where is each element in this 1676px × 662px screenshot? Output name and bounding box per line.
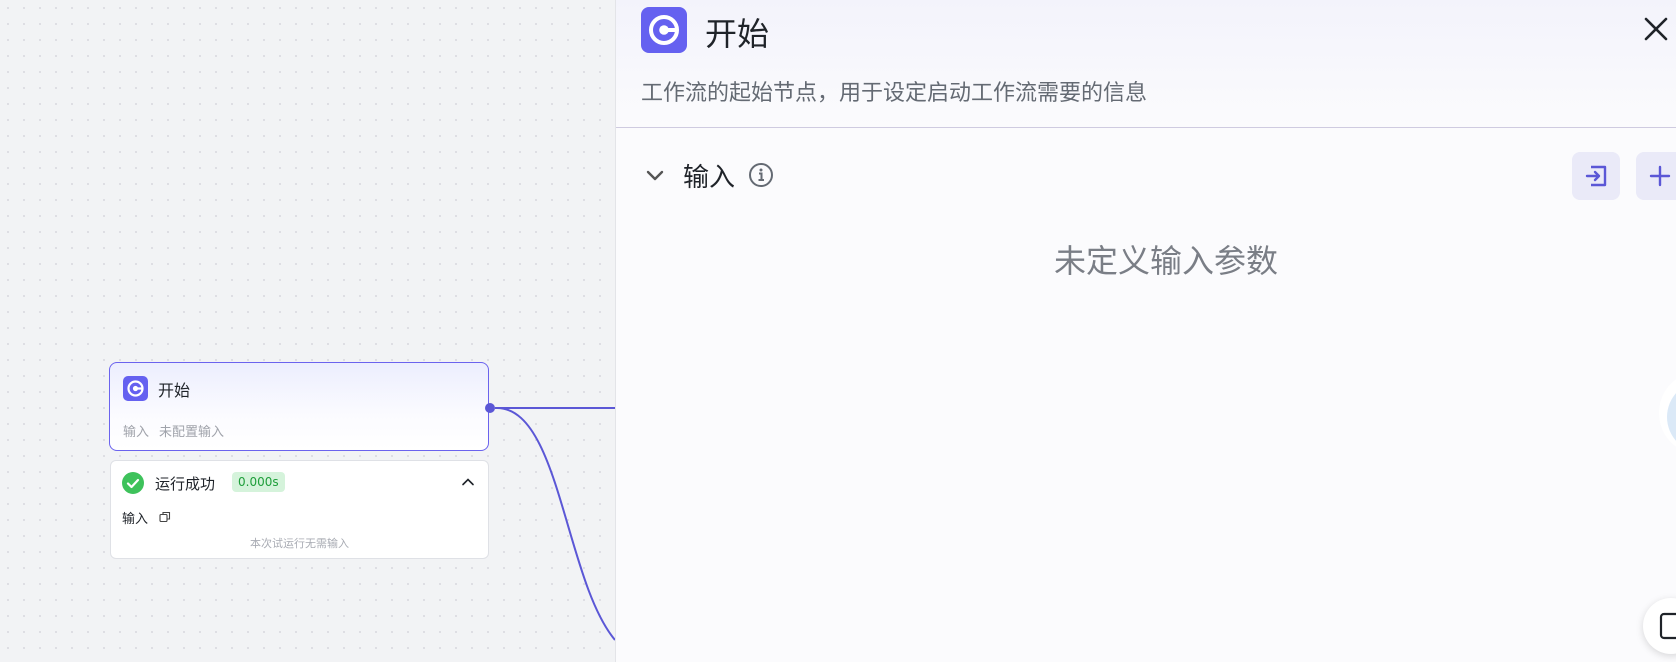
run-status: 运行成功 [155,475,216,493]
panel-description: 工作流的起始节点，用于设定启动工作流需要的信息 [641,81,1148,106]
panel-header: 开始 工作流的起始节点，用于设定启动工作流需要的信息 [616,0,1676,128]
help-doc-button[interactable] [1643,598,1676,654]
run-duration-badge: 0.000s [232,472,285,492]
empty-inputs-message: 未定义输入参数 [1053,242,1278,280]
start-node-icon [641,7,687,53]
assistant-avatar[interactable] [1651,367,1676,459]
edge-bottom [496,407,615,641]
workflow-canvas[interactable]: 开始 输入 未配置输入 运行成功 0.000s 输入 本次试运行无需输入 [0,0,615,662]
start-node-input-value: 未配置输入 [159,425,225,440]
add-input-button[interactable] [1636,152,1676,200]
run-result-card: 运行成功 0.000s 输入 本次试运行无需输入 [110,460,489,559]
run-input-label: 输入 [122,512,149,527]
start-node-input-summary: 输入 未配置输入 [123,421,234,440]
input-section-title: 输入 [683,163,736,193]
node-config-panel: 开始 工作流的起始节点，用于设定启动工作流需要的信息 输入 未定义输入参数 [615,0,1676,662]
close-icon[interactable] [1643,16,1669,42]
import-input-button[interactable] [1572,152,1620,200]
start-node-icon [123,376,148,401]
plus-icon [1649,165,1671,187]
document-icon [1659,612,1676,640]
start-node-title: 开始 [158,381,191,400]
import-icon [1585,165,1607,187]
check-circle-icon [122,472,144,494]
copy-icon[interactable] [159,511,171,523]
chevron-down-icon[interactable] [644,164,666,186]
info-icon[interactable] [748,162,774,188]
connection-edges [495,407,615,641]
start-node-input-label: 输入 [123,425,150,440]
start-node[interactable]: 开始 输入 未配置输入 [109,362,489,451]
start-node-output-handle[interactable] [485,403,495,413]
chevron-up-icon[interactable] [461,475,475,489]
run-input-empty-message: 本次试运行无需输入 [250,537,349,550]
panel-title: 开始 [705,15,770,53]
